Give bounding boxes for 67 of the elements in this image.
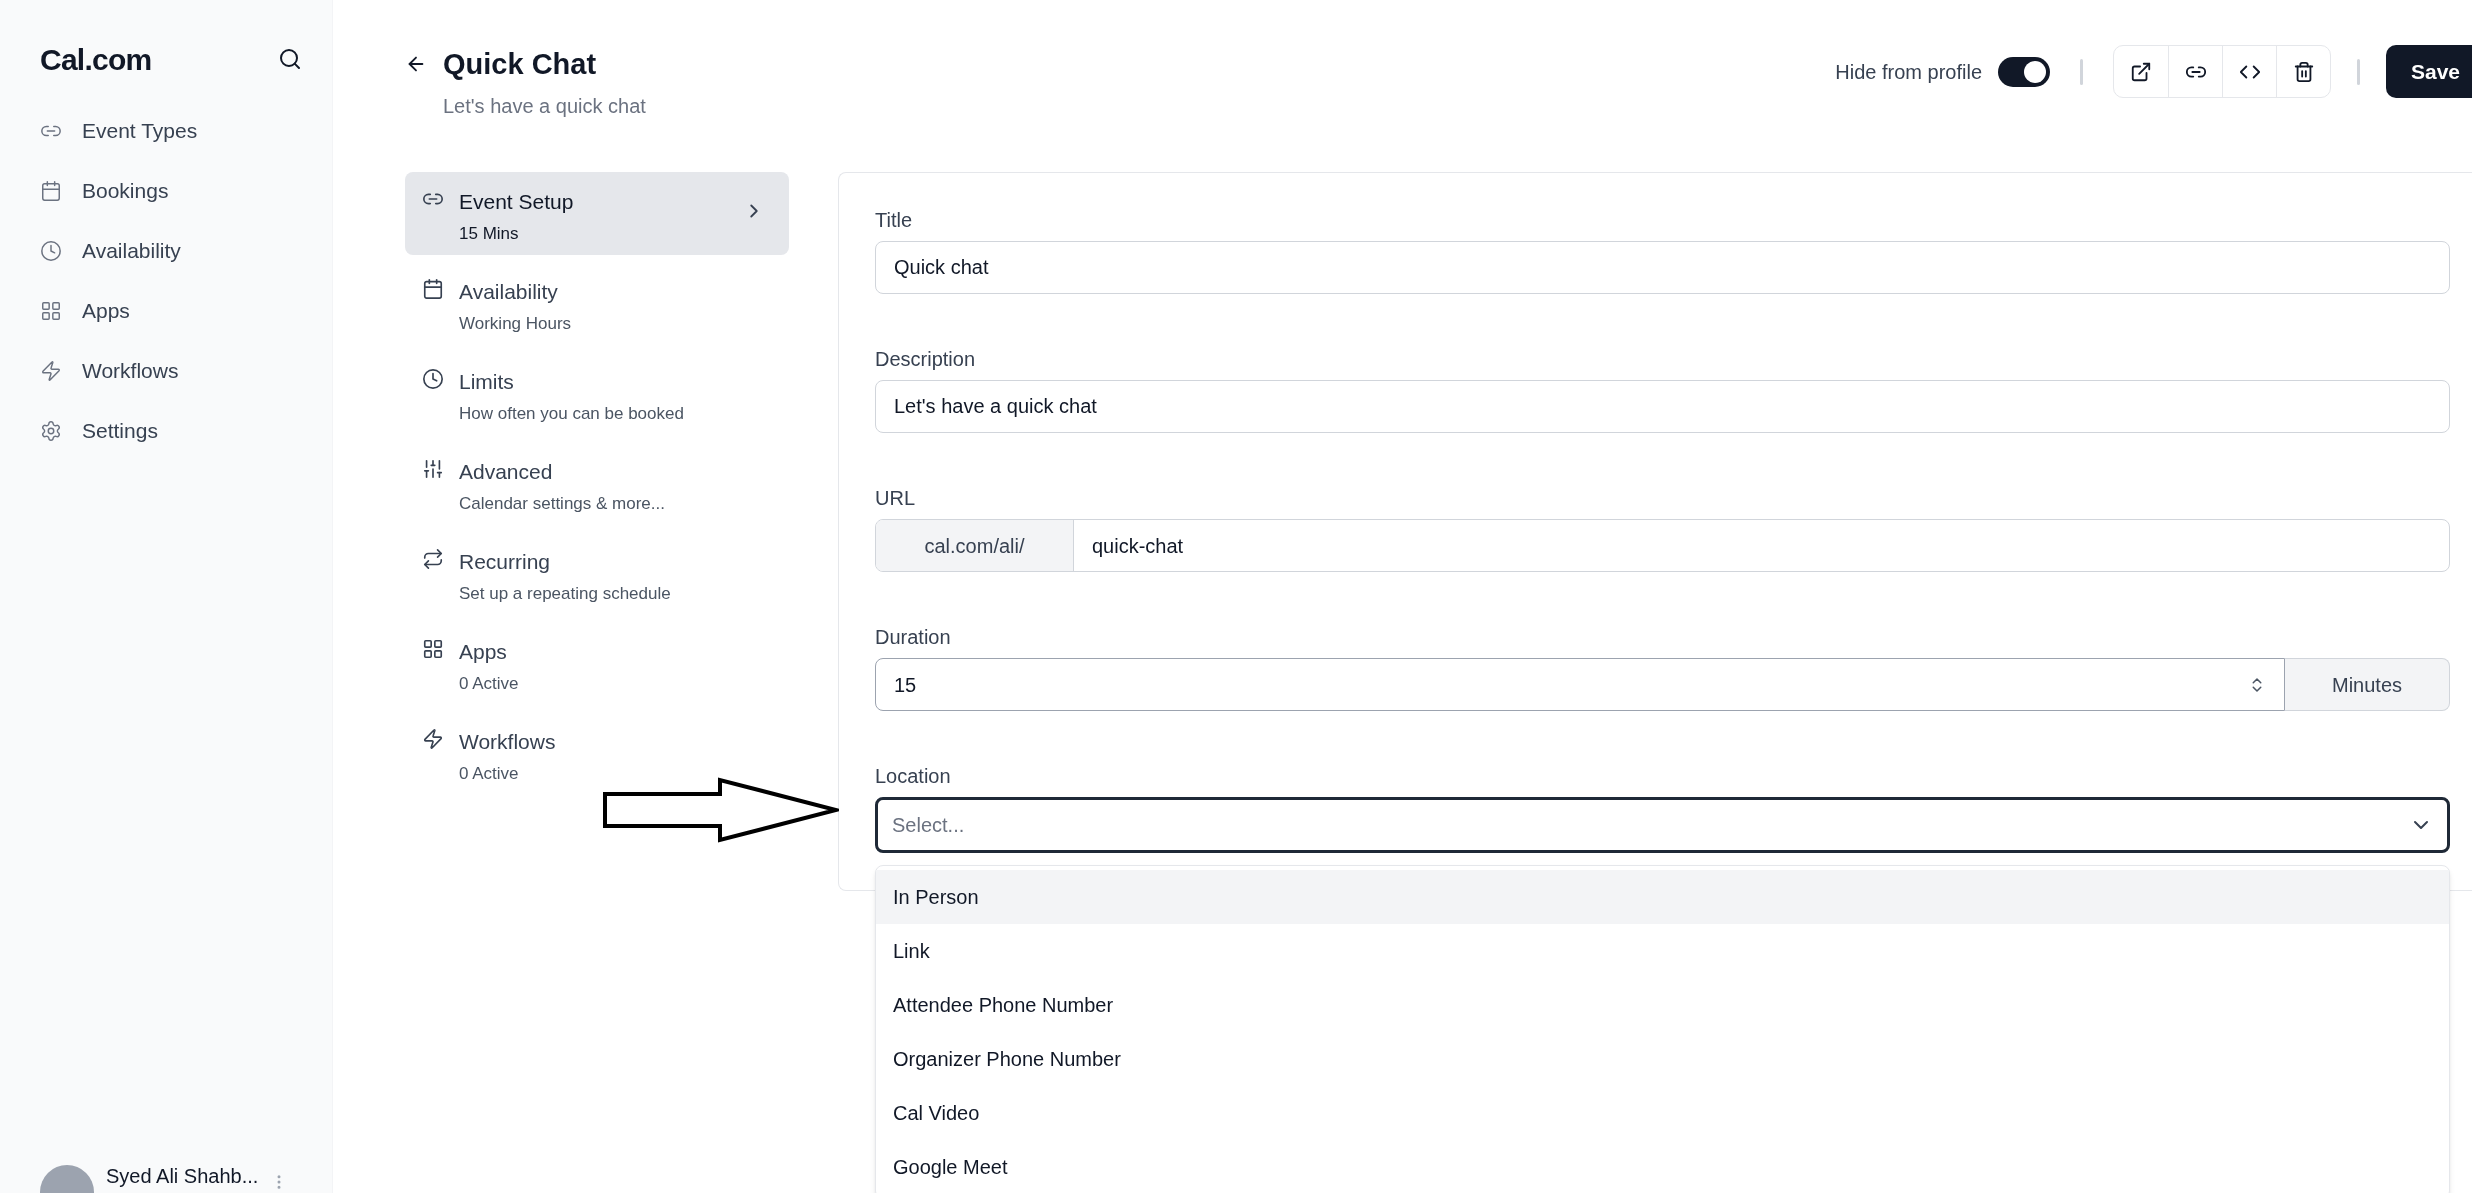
- menu-item-subtitle: Set up a repeating schedule: [459, 582, 672, 605]
- setup-menu-item[interactable]: Recurring Set up a repeating schedule: [405, 532, 789, 615]
- menu-item-title: Apps: [459, 639, 508, 665]
- menu-item-subtitle: Calendar settings & more...: [459, 492, 666, 515]
- menu-item-title: Recurring: [459, 549, 552, 575]
- repeat-icon: [422, 548, 444, 570]
- setup-menu-item[interactable]: Availability Working Hours: [405, 262, 789, 345]
- setup-menu-item[interactable]: Workflows 0 Active: [405, 712, 789, 795]
- field-label: URL: [875, 486, 915, 510]
- menu-item-title: Limits: [459, 369, 515, 395]
- url-field[interactable]: cal.com/ali/ quick-chat: [875, 519, 2450, 572]
- menu-item-title: Event Setup: [459, 189, 575, 215]
- menu-item-title: Advanced: [459, 459, 554, 485]
- nav-item[interactable]: Availability: [40, 221, 302, 281]
- page-subtitle: Let's have a quick chat: [443, 94, 646, 119]
- description-input[interactable]: Let's have a quick chat: [875, 380, 2450, 433]
- setup-menu-item[interactable]: Limits How often you can be booked: [405, 352, 789, 435]
- calendar-icon: [40, 180, 62, 202]
- lightning-icon: [40, 360, 62, 382]
- duration-input[interactable]: 15: [875, 658, 2285, 711]
- nav-item[interactable]: Settings: [40, 401, 302, 461]
- nav-item[interactable]: Workflows: [40, 341, 302, 401]
- external-link-icon: [2130, 60, 2152, 83]
- logo[interactable]: Cal.com: [40, 36, 152, 82]
- field-label: Description: [875, 347, 976, 371]
- duration-unit: Minutes: [2285, 658, 2450, 711]
- grid-icon: [40, 300, 62, 322]
- field-label: Location: [875, 764, 951, 788]
- clock-icon: [422, 368, 444, 390]
- field-label: Title: [875, 208, 913, 232]
- save-button[interactable]: Save: [2386, 45, 2472, 98]
- nav-item[interactable]: Bookings: [40, 161, 302, 221]
- trash-icon: [2292, 60, 2315, 83]
- gear-icon: [40, 420, 62, 442]
- menu-item-subtitle: 0 Active: [459, 762, 520, 785]
- toggle-switch[interactable]: [1998, 56, 2050, 87]
- setup-menu-item[interactable]: Event Setup 15 Mins: [405, 172, 789, 255]
- menu-item-subtitle: 0 Active: [459, 672, 520, 695]
- dropdown-option[interactable]: Attendee Phone Number: [876, 978, 2449, 1032]
- hide-from-profile-label: Hide from profile: [1835, 59, 1982, 85]
- menu-item-title: Availability: [459, 279, 559, 305]
- search-icon[interactable]: [278, 47, 302, 71]
- menu-item-subtitle: Working Hours: [459, 312, 573, 335]
- nav-item[interactable]: Event Types: [40, 101, 302, 161]
- title-input[interactable]: Quick chat: [875, 241, 2450, 294]
- menu-item-title: Workflows: [459, 729, 557, 755]
- field-label: Duration: [875, 625, 951, 649]
- dropdown-option[interactable]: Google Meet: [876, 1140, 2449, 1193]
- url-prefix: cal.com/ali/: [876, 520, 1074, 571]
- dropdown-option[interactable]: In Person: [876, 870, 2449, 924]
- menu-item-subtitle: How often you can be booked: [459, 402, 685, 425]
- lightning-icon: [422, 728, 444, 750]
- clock-icon: [40, 240, 62, 262]
- calendar-icon: [422, 278, 444, 300]
- dropdown-option[interactable]: Organizer Phone Number: [876, 1032, 2449, 1086]
- dropdown-option[interactable]: Link: [876, 924, 2449, 978]
- location-select[interactable]: Select...: [875, 797, 2450, 853]
- grid-icon: [422, 638, 444, 660]
- setup-menu-item[interactable]: Advanced Calendar settings & more...: [405, 442, 789, 525]
- url-slug: quick-chat: [1091, 533, 1185, 559]
- dropdown-option[interactable]: Cal Video: [876, 1086, 2449, 1140]
- setup-menu-item[interactable]: Apps 0 Active: [405, 622, 789, 705]
- user-name[interactable]: Syed Ali Shahb...: [106, 1161, 259, 1191]
- nav-item[interactable]: Apps: [40, 281, 302, 341]
- page-title: Quick Chat: [443, 47, 598, 82]
- sliders-icon: [422, 458, 444, 480]
- menu-item-subtitle: 15 Mins: [459, 222, 520, 245]
